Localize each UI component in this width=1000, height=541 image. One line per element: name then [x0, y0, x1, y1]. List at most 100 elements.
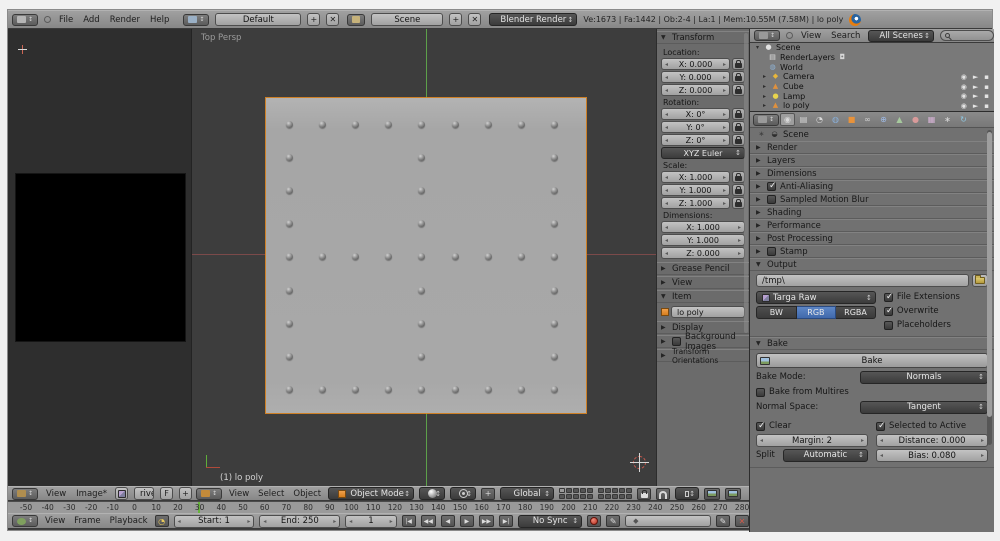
layer-cell[interactable]: [605, 494, 611, 499]
manipulator-toggle-button[interactable]: +: [481, 488, 495, 500]
menu-object[interactable]: Object: [291, 489, 323, 499]
layer-cell[interactable]: [605, 488, 611, 493]
menu-select[interactable]: Select: [256, 489, 286, 499]
rotation-x-field[interactable]: X: 0°: [661, 108, 730, 120]
play-button[interactable]: ▶: [460, 515, 474, 527]
jump-to-start-button[interactable]: |◀: [402, 515, 416, 527]
layer-cell[interactable]: [619, 494, 625, 499]
output-panel-header[interactable]: Output: [750, 258, 994, 271]
material-tab[interactable]: ●: [908, 113, 923, 126]
properties-scrollbar[interactable]: [987, 130, 992, 445]
render-opengl-button[interactable]: [704, 488, 720, 500]
transform-panel-header[interactable]: Transform: [657, 31, 749, 44]
anti-aliasing-panel-header[interactable]: Anti-Aliasing: [750, 180, 994, 193]
clear-checkbox[interactable]: [756, 422, 765, 431]
scene-field[interactable]: Scene: [371, 13, 443, 26]
grease-pencil-panel-header[interactable]: Grease Pencil: [657, 262, 749, 275]
auto-keyframe-button[interactable]: [587, 515, 601, 527]
hide-icon[interactable]: ◉: [961, 83, 967, 91]
selectable-icon[interactable]: ►: [973, 102, 978, 110]
sampled-motion-blur-panel-header[interactable]: Sampled Motion Blur: [750, 193, 994, 206]
color-mode-bw-button[interactable]: BW: [756, 306, 797, 319]
preview-range-button[interactable]: ◔: [155, 515, 169, 527]
rotation-z-field[interactable]: Z: 0°: [661, 134, 730, 146]
file-format-select[interactable]: Targa Raw: [756, 291, 876, 304]
split-select[interactable]: Automatic: [783, 449, 868, 462]
color-mode-rgb-button[interactable]: RGB: [797, 306, 837, 319]
layer-cell[interactable]: [566, 488, 572, 493]
layer-cell[interactable]: [598, 494, 604, 499]
expander-icon[interactable]: ▾: [754, 44, 761, 51]
rotation-y-field[interactable]: Y: 0°: [661, 121, 730, 133]
layer-cell[interactable]: [566, 494, 572, 499]
menu-view-timeline[interactable]: View: [43, 516, 67, 526]
delete-scene-button[interactable]: ✕: [468, 13, 481, 26]
lo-poly-plane[interactable]: [266, 98, 586, 413]
expander-icon[interactable]: ▸: [761, 83, 768, 90]
render-panel-header[interactable]: Render: [750, 141, 994, 154]
stamp-checkbox[interactable]: [767, 247, 776, 256]
baked-image-canvas[interactable]: [15, 173, 186, 342]
editor-type-button-properties[interactable]: ↕: [753, 114, 779, 126]
layer-cell[interactable]: [580, 488, 586, 493]
viewport-3d[interactable]: Top Persp (1) lo poly: [192, 29, 656, 486]
constraints-tab[interactable]: ∞: [860, 113, 875, 126]
layer-cell[interactable]: [573, 488, 579, 493]
layer-cell[interactable]: [573, 494, 579, 499]
render-restrict-icon[interactable]: ▪: [984, 83, 989, 91]
layer-cell[interactable]: [626, 488, 632, 493]
file-extensions-checkbox[interactable]: [884, 293, 893, 302]
frame-start-field[interactable]: Start: 1: [174, 515, 255, 528]
layer-grid[interactable]: [559, 488, 593, 499]
collapse-menus-icon[interactable]: [44, 16, 51, 23]
layer-cell[interactable]: [626, 494, 632, 499]
pin-icon[interactable]: ∗: [757, 130, 766, 139]
layer-cell[interactable]: [612, 494, 618, 499]
uv-2d-cursor[interactable]: [18, 45, 27, 54]
menu-file[interactable]: File: [57, 15, 75, 25]
menu-frame[interactable]: Frame: [72, 516, 102, 526]
anti-aliasing-checkbox[interactable]: [767, 182, 776, 191]
pivot-point-select[interactable]: [450, 487, 476, 500]
layer-cell[interactable]: [587, 488, 593, 493]
bake-button[interactable]: Bake: [756, 353, 988, 368]
render-restrict-icon[interactable]: ▪: [984, 73, 989, 81]
insert-keyframe-button[interactable]: ✎: [716, 515, 730, 527]
layer-grid[interactable]: [598, 488, 632, 499]
render-opengl-anim-button[interactable]: [725, 488, 741, 500]
location-y-field[interactable]: Y: 0.000: [661, 71, 730, 83]
expander-icon[interactable]: ▸: [761, 102, 768, 109]
layer-cell[interactable]: [619, 488, 625, 493]
post-processing-panel-header[interactable]: Post Processing: [750, 232, 994, 245]
overwrite-checkbox[interactable]: [884, 307, 893, 316]
editor-type-button-info[interactable]: ↕: [12, 14, 38, 26]
snap-element-select[interactable]: [675, 487, 699, 500]
jump-to-prev-keyframe-button[interactable]: ◀◀: [421, 515, 436, 527]
physics-tab[interactable]: ↻: [956, 113, 971, 126]
3d-cursor[interactable]: [633, 456, 646, 469]
world-tab[interactable]: ◍: [828, 113, 843, 126]
transform-orientations-panel-header[interactable]: Transform Orientations: [657, 349, 749, 362]
menu-image[interactable]: Image*: [74, 489, 109, 499]
layer-cell[interactable]: [559, 488, 565, 493]
transform-orientation-select[interactable]: Global: [500, 487, 554, 500]
expander-icon[interactable]: ▸: [761, 93, 768, 100]
add-screen-layout-button[interactable]: +: [307, 13, 320, 26]
item-panel-header[interactable]: Item: [657, 290, 749, 303]
render-restrict-icon[interactable]: ▪: [984, 102, 989, 110]
scale-x-field[interactable]: X: 1.000: [661, 171, 730, 183]
bias-slider[interactable]: Bias: 0.080: [876, 449, 988, 462]
uv-image-editor[interactable]: [8, 29, 192, 486]
placeholders-checkbox[interactable]: [884, 321, 893, 330]
expander-icon[interactable]: ▸: [761, 73, 768, 80]
texture-tab[interactable]: ▦: [924, 113, 939, 126]
new-image-button[interactable]: +: [179, 487, 192, 500]
outliner-item-camera[interactable]: ▸ ◆ Camera ◉►▪: [750, 72, 994, 82]
browse-image-button[interactable]: [115, 487, 128, 500]
layer-cell[interactable]: [580, 494, 586, 499]
output-path-field[interactable]: /tmp\: [756, 274, 969, 287]
frame-end-field[interactable]: End: 250: [259, 515, 340, 528]
layers-panel-header[interactable]: Layers: [750, 154, 994, 167]
stamp-panel-header[interactable]: Stamp: [750, 245, 994, 258]
collapse-menus-icon[interactable]: [786, 32, 793, 39]
